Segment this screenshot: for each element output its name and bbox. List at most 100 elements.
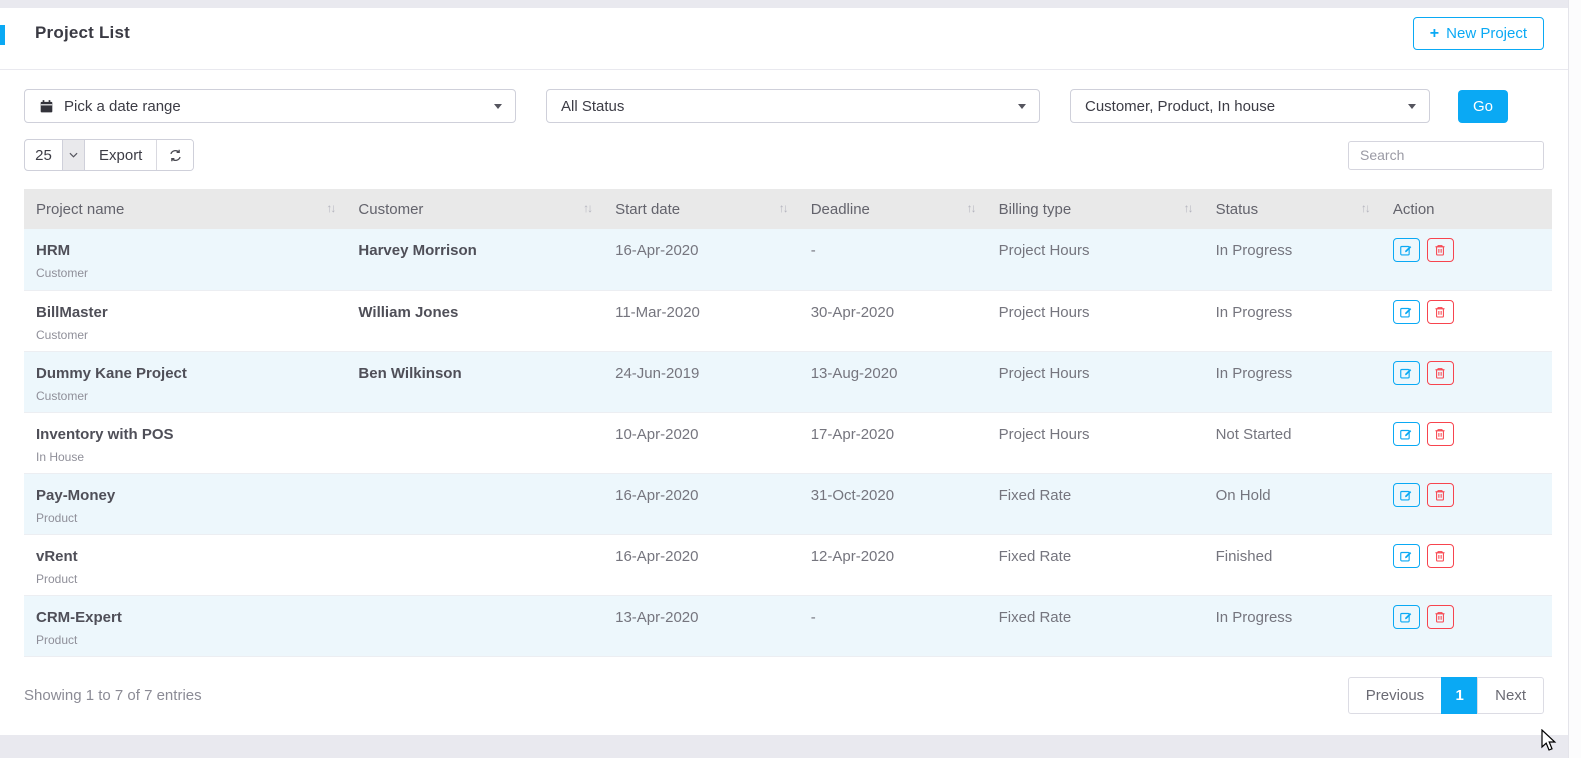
column-header-status[interactable]: Status ↑↓ — [1204, 189, 1381, 229]
project-name: HRM — [36, 242, 334, 259]
trash-icon — [1433, 243, 1447, 257]
table-row: BillMaster Customer William Jones11-Mar-20… — [24, 290, 1552, 351]
start-date-cell: 16-Apr-2020 — [603, 229, 799, 290]
project-list-card: Project List + New Project Pick a date r… — [0, 8, 1568, 735]
project-name: Dummy Kane Project — [36, 365, 334, 382]
trash-icon — [1433, 366, 1447, 380]
status-cell: Finished — [1204, 534, 1381, 595]
billing-type-cell: Project Hours — [987, 351, 1204, 412]
table-controls-group: 25 Export — [24, 139, 194, 171]
projects-table-wrapper: Project name↑↓Customer↑↓Start date↑↓Dead… — [24, 189, 1552, 657]
chevron-down-icon — [494, 104, 502, 109]
edit-project-button[interactable] — [1393, 422, 1420, 446]
pagination-next[interactable]: Next — [1477, 677, 1544, 714]
date-range-picker[interactable]: Pick a date range — [24, 89, 516, 123]
delete-project-button[interactable] — [1427, 483, 1454, 507]
edit-icon — [1399, 243, 1413, 257]
pagination-page-1[interactable]: 1 — [1441, 677, 1478, 714]
column-label: Start date — [615, 201, 680, 218]
status-filter-value: All Status — [561, 98, 624, 115]
pagination: Previous 1 Next — [1348, 677, 1544, 714]
table-toolbar: 25 Export — [24, 139, 1544, 171]
customer-cell: William Jones — [346, 290, 603, 351]
project-name: Inventory with POS — [36, 426, 334, 443]
edit-icon — [1399, 549, 1413, 563]
new-project-button[interactable]: + New Project — [1413, 17, 1544, 50]
pagination-previous[interactable]: Previous — [1348, 677, 1442, 714]
edit-project-button[interactable] — [1393, 361, 1420, 385]
delete-project-button[interactable] — [1427, 238, 1454, 262]
start-date-cell: 10-Apr-2020 — [603, 412, 799, 473]
column-header-start-date[interactable]: Start date↑↓ — [603, 189, 799, 229]
scrollbar-track[interactable] — [1568, 0, 1581, 758]
column-label: Billing type — [999, 201, 1072, 218]
sort-icon: ↑↓ — [326, 201, 334, 215]
project-name: vRent — [36, 548, 334, 565]
customer-cell: Harvey Morrison — [346, 229, 603, 290]
project-name: Pay-Money — [36, 487, 334, 504]
project-category: Customer — [36, 389, 334, 403]
column-header-deadline[interactable]: Deadline↑↓ — [799, 189, 987, 229]
start-date-cell: 11-Mar-2020 — [603, 290, 799, 351]
table-row: Pay-MoneyProduct16-Apr-202031-Oct-2020Fi… — [24, 473, 1552, 534]
sort-icon: ↑↓ — [1361, 201, 1369, 215]
edit-project-button[interactable] — [1393, 483, 1420, 507]
edit-icon — [1399, 427, 1413, 441]
project-type-filter-select[interactable]: Customer, Product, In house — [1070, 89, 1430, 123]
title-accent-bar — [0, 25, 5, 45]
refresh-icon — [168, 148, 183, 163]
table-row: HRMCustomerHarvey Morrison16-Apr-2020-Pr… — [24, 229, 1552, 290]
delete-project-button[interactable] — [1427, 361, 1454, 385]
delete-project-button[interactable] — [1427, 300, 1454, 324]
delete-project-button[interactable] — [1427, 544, 1454, 568]
project-category: Product — [36, 511, 334, 525]
project-name: BillMaster — [36, 304, 334, 321]
column-header-project-name[interactable]: Project name ↑↓ — [24, 189, 346, 229]
edit-project-button[interactable] — [1393, 238, 1420, 262]
page-length-chevron[interactable] — [62, 140, 85, 170]
export-button[interactable]: Export — [85, 140, 157, 170]
deadline-cell: 31-Oct-2020 — [799, 473, 987, 534]
table-row: CRM-ExpertProduct13-Apr-2020-Fixed RateI… — [24, 595, 1552, 656]
page-length-select[interactable]: 25 — [25, 140, 62, 170]
billing-type-cell: Fixed Rate — [987, 534, 1204, 595]
search-input[interactable] — [1348, 141, 1544, 170]
customer-cell — [346, 595, 603, 656]
project-category: Customer — [36, 328, 334, 342]
project-category: Product — [36, 633, 334, 647]
start-date-cell: 16-Apr-2020 — [603, 534, 799, 595]
start-date-cell: 16-Apr-2020 — [603, 473, 799, 534]
column-header-customer[interactable]: Customer↑↓ — [346, 189, 603, 229]
chevron-down-icon — [1408, 104, 1416, 109]
status-filter-select[interactable]: All Status — [546, 89, 1040, 123]
column-label: Status — [1216, 201, 1259, 218]
edit-project-button[interactable] — [1393, 605, 1420, 629]
entries-info: Showing 1 to 7 of 7 entries — [24, 687, 202, 704]
page-background-bottom — [0, 735, 1581, 758]
calendar-icon — [39, 99, 54, 114]
edit-icon — [1399, 610, 1413, 624]
table-row: Inventory with POSIn House10-Apr-202017-… — [24, 412, 1552, 473]
deadline-cell: 12-Apr-2020 — [799, 534, 987, 595]
filter-row: Pick a date range All Status Customer, P… — [24, 89, 1544, 123]
edit-project-button[interactable] — [1393, 544, 1420, 568]
billing-type-cell: Project Hours — [987, 290, 1204, 351]
edit-project-button[interactable] — [1393, 300, 1420, 324]
table-footer: Showing 1 to 7 of 7 entries Previous 1 N… — [24, 677, 1544, 714]
delete-project-button[interactable] — [1427, 422, 1454, 446]
column-label: Project name — [36, 201, 124, 218]
status-cell: On Hold — [1204, 473, 1381, 534]
chevron-down-icon — [69, 152, 78, 158]
refresh-button[interactable] — [157, 140, 193, 170]
project-type-filter-value: Customer, Product, In house — [1085, 98, 1275, 115]
deadline-cell: 13-Aug-2020 — [799, 351, 987, 412]
status-cell: In Progress — [1204, 351, 1381, 412]
delete-project-button[interactable] — [1427, 605, 1454, 629]
table-body: HRMCustomerHarvey Morrison16-Apr-2020-Pr… — [24, 229, 1552, 656]
project-category: In House — [36, 450, 334, 464]
table-row: Dummy Kane ProjectCustomerBen Wilkinson2… — [24, 351, 1552, 412]
go-button[interactable]: Go — [1458, 90, 1508, 123]
billing-type-cell: Project Hours — [987, 412, 1204, 473]
deadline-cell: - — [799, 595, 987, 656]
column-header-billing-type[interactable]: Billing type↑↓ — [987, 189, 1204, 229]
